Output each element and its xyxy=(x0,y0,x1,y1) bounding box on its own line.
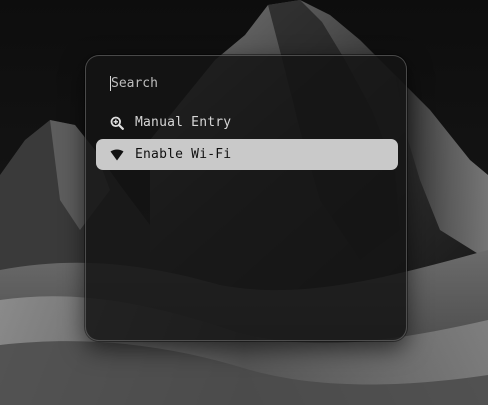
launcher-panel: Manual Entry Enable Wi-Fi xyxy=(85,55,407,341)
menu-item-manual-entry[interactable]: Manual Entry xyxy=(96,107,398,138)
menu-item-label: Manual Entry xyxy=(135,115,232,130)
menu-item-enable-wifi[interactable]: Enable Wi-Fi xyxy=(96,139,398,170)
search-row[interactable] xyxy=(110,73,390,93)
menu-item-label: Enable Wi-Fi xyxy=(135,147,232,162)
zoom-in-icon xyxy=(110,116,124,130)
desktop: Manual Entry Enable Wi-Fi xyxy=(0,0,488,405)
search-input[interactable] xyxy=(111,73,371,93)
wifi-icon xyxy=(110,148,124,162)
